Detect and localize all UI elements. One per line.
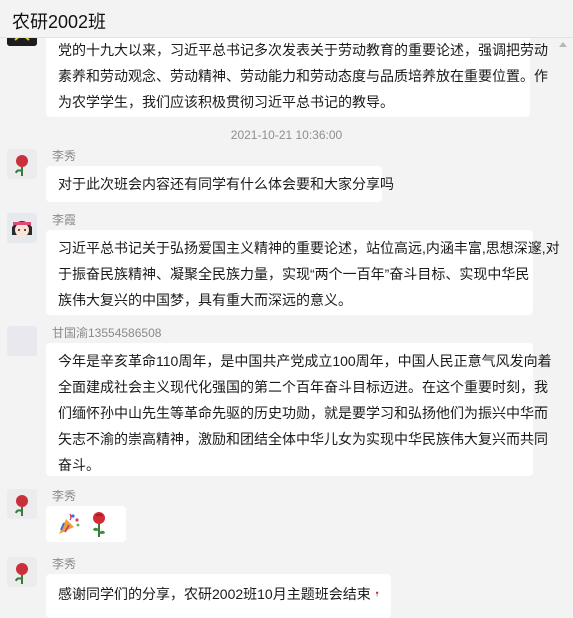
message-line: 今年是辛亥革命110周年，是中国共产党成立100周年，中国人民正意气风发向着 [58,353,552,369]
message-line: 矢志不渝的崇高精神，激励和团结全体中华儿女为实现中华民族伟大复兴而共同 [58,431,548,447]
avatar[interactable] [7,557,37,587]
message-line: 奋斗。 [58,457,100,473]
message-line: 习近平总书记关于弘扬爱国主义精神的重要论述，站位高远,内涵丰富,思想深邃,对 [58,240,560,256]
scroll-up-arrow-icon[interactable] [559,42,567,47]
rose-avatar-icon [7,489,37,519]
message-bubble[interactable]: 习近平总书记关于弘扬爱国主义精神的重要论述，站位高远,内涵丰富,思想深邃,对 于… [46,230,560,315]
message-line: 对于此次班会内容还有同学有什么体会要和大家分享吗 [58,176,394,192]
rose-icon [375,591,379,597]
rose-icon [93,512,105,537]
chat-title-bar: 农研2002班 [0,0,573,38]
sender-name: 李秀 [52,149,77,163]
avatar[interactable] [7,326,37,356]
sender-name: 李秀 [52,489,77,503]
message-bubble[interactable]: 今年是辛亥革命110周年，是中国共产党成立100周年，中国人民正意气风发向着 全… [46,343,552,476]
message-bubble[interactable] [46,506,126,542]
rose-avatar-icon [7,149,37,179]
message-bubble[interactable]: 感谢同学们的分享，农研2002班10月主题班会结束 [46,574,391,618]
chat-title: 农研2002班 [12,12,107,32]
message-bubble[interactable]: 对于此次班会内容还有同学有什么体会要和大家分享吗 [46,166,394,202]
message-line: 党的十九大以来，习近平总书记多次发表关于劳动教育的重要论述，强调把劳动 [58,42,548,58]
girl-avatar-icon [7,213,37,243]
sender-name: 李秀 [52,557,77,571]
avatar[interactable] [7,149,37,179]
message-bubble[interactable]: 党的十九大以来，习近平总书记多次发表关于劳动教育的重要论述，强调把劳动 素养和劳… [46,32,548,117]
avatar[interactable] [7,489,37,519]
sender-name: 李霞 [52,213,77,227]
message-line: 为农学学生，我们应该积极贯彻习近平总书记的教导。 [58,94,394,110]
message-line: 于振奋民族精神、凝聚全民族力量，实现“两个一百年”奋斗目标、实现中华民 [58,266,530,282]
message-line: 全面建成社会主义现代化强国的第二个百年奋斗目标迈进。在这个重要时刻，我 [58,379,548,395]
message-line: 们缅怀孙中山先生等革命先驱的历史功勋，就是要学习和弘扬他们为振兴中华而 [58,405,548,421]
sender-name: 甘国渝13554586508 [52,326,162,340]
rose-avatar-icon [7,557,37,587]
message-line: 感谢同学们的分享，农研2002班10月主题班会结束 [58,586,371,602]
party-popper-icon [59,513,80,534]
message-timestamp: 2021-10-21 10:36:00 [230,128,343,142]
avatar[interactable] [7,213,37,243]
message-line: 族伟大复兴的中国梦，具有重大而深远的意义。 [58,292,352,308]
message-line: 素养和劳动观念、劳动精神、劳动能力和劳动态度与品质培养放在重要位置。作 [58,68,548,84]
